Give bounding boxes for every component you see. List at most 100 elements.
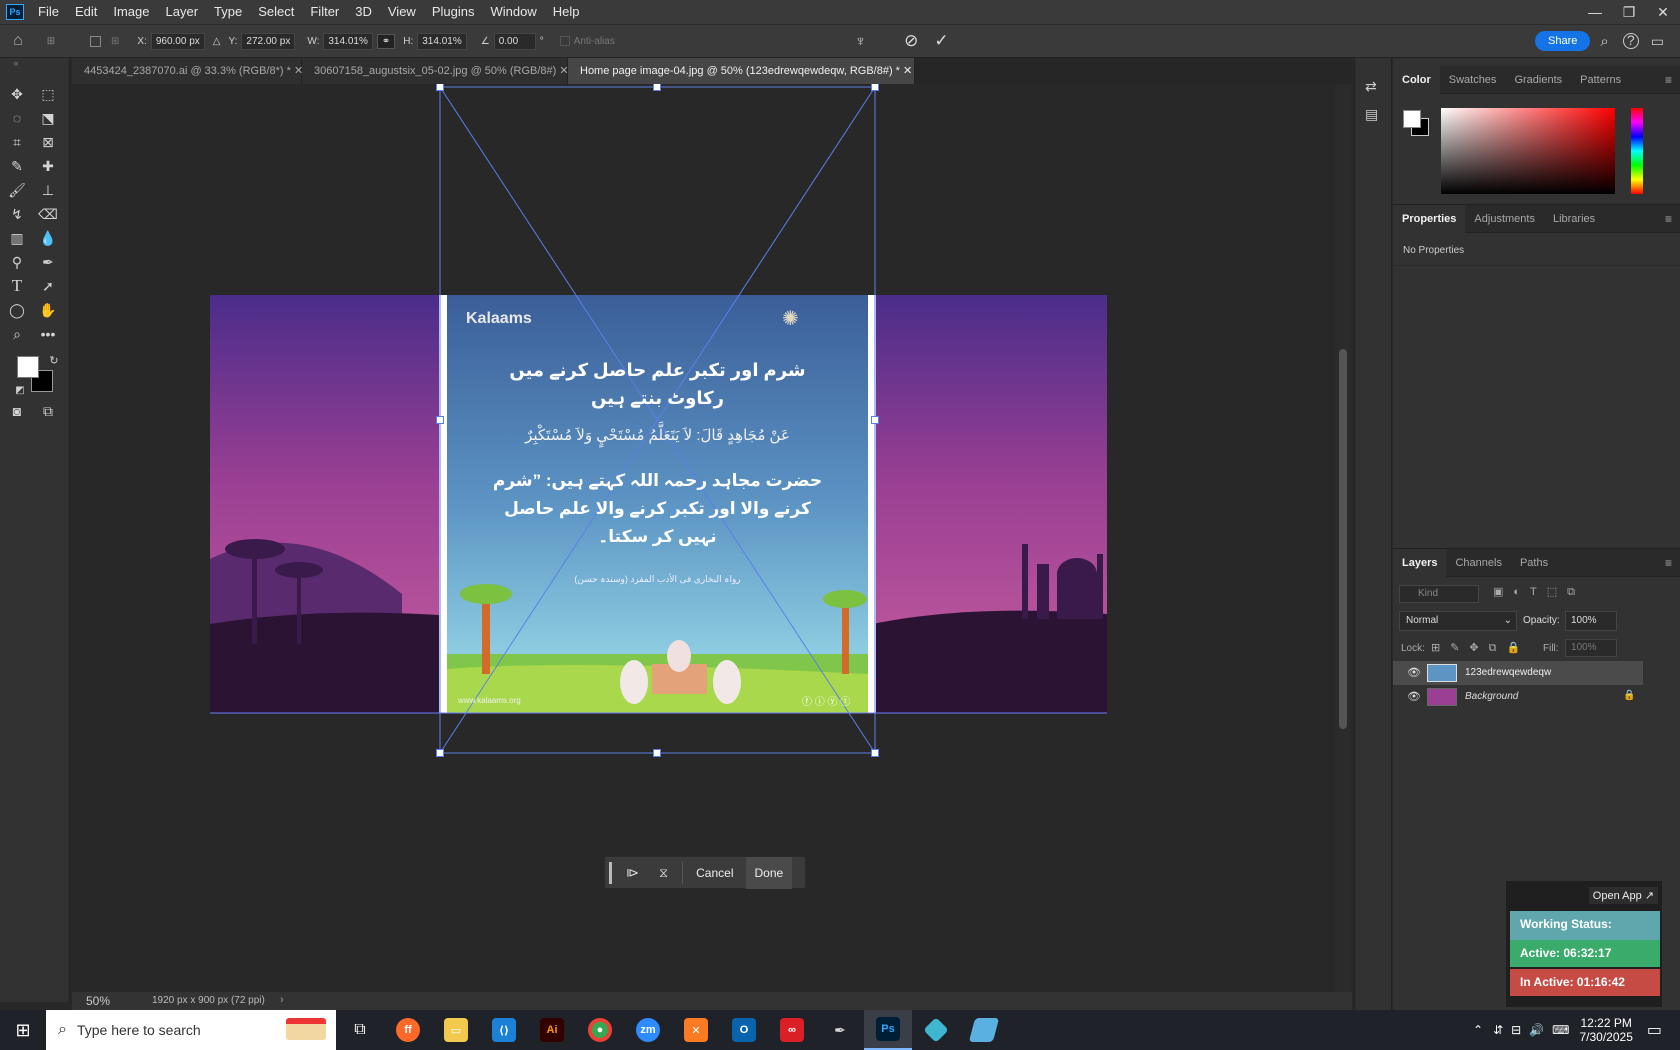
restore-icon[interactable]: ❐: [1612, 4, 1646, 21]
menu-layer[interactable]: Layer: [158, 0, 207, 24]
tab-gradients[interactable]: Gradients: [1505, 66, 1571, 94]
start-button[interactable]: ⊞: [0, 1010, 46, 1050]
tab-adjustments[interactable]: Adjustments: [1465, 205, 1544, 233]
menu-select[interactable]: Select: [250, 0, 302, 24]
drag-handle[interactable]: [609, 861, 612, 884]
frame-tool-icon[interactable]: ⊠: [36, 131, 60, 153]
commit-transform-icon[interactable]: ✓: [934, 31, 948, 51]
minimize-icon[interactable]: —: [1578, 4, 1612, 21]
chevron-up-icon[interactable]: ⌃: [1473, 1023, 1483, 1037]
delta-icon[interactable]: △: [213, 36, 221, 47]
layer-name[interactable]: 123edrewqewdeqw: [1465, 667, 1551, 678]
link-icon[interactable]: ⚭: [376, 33, 396, 49]
home-icon[interactable]: ⌂: [0, 32, 36, 50]
workspace-icon[interactable]: ▭: [1651, 33, 1664, 50]
menu-plugins[interactable]: Plugins: [424, 0, 483, 24]
clone-stamp-tool-icon[interactable]: ⊥: [36, 179, 60, 201]
ethernet-icon[interactable]: ⊟: [1511, 1023, 1521, 1037]
taskbar-search-box[interactable]: ⌕ Type here to search: [46, 1010, 336, 1050]
cancel-transform-icon[interactable]: ⊘: [904, 31, 918, 51]
tab-channels[interactable]: Channels: [1446, 549, 1510, 577]
tab-libraries[interactable]: Libraries: [1544, 205, 1604, 233]
document-info[interactable]: 1920 px x 900 px (72 ppi): [152, 995, 265, 1006]
tab-patterns[interactable]: Patterns: [1571, 66, 1630, 94]
menu-file[interactable]: File: [30, 0, 67, 24]
history-brush-tool-icon[interactable]: ↯: [5, 203, 29, 225]
tab-layers[interactable]: Layers: [1393, 548, 1447, 577]
x-field[interactable]: 960.00 px: [150, 32, 205, 50]
zoom-icon[interactable]: zm: [624, 1010, 672, 1050]
history-panel-icon[interactable]: ⇄: [1365, 78, 1377, 95]
tab-color[interactable]: Color: [1393, 65, 1440, 94]
transform-handle[interactable]: [871, 416, 879, 424]
tab-document-1[interactable]: 4453424_2387070.ai @ 33.3% (RGB/8*) * ✕: [72, 58, 303, 84]
crop-tool-icon[interactable]: ⌗: [5, 131, 29, 153]
layer-filter-icons[interactable]: ▣◐T⬚⧉: [1493, 585, 1585, 599]
hand-tool-icon[interactable]: ✋: [36, 299, 60, 321]
close-icon[interactable]: ✕: [1646, 4, 1680, 21]
transform-handle[interactable]: [436, 84, 444, 91]
transform-handle[interactable]: [871, 749, 879, 757]
warp-icon[interactable]: ♆: [855, 33, 866, 50]
eyedropper-tool-icon[interactable]: ✎: [5, 155, 29, 177]
blur-tool-icon[interactable]: 💧: [36, 227, 60, 249]
pen-tool-app-icon[interactable]: ✒: [816, 1010, 864, 1050]
eraser-tool-icon[interactable]: ⌫: [36, 203, 60, 225]
layer-kind-filter[interactable]: Kind: [1399, 585, 1479, 603]
transform-handle[interactable]: [436, 749, 444, 757]
lock-icons[interactable]: ⊞✎✥⧉🔒: [1431, 641, 1530, 655]
share-button[interactable]: Share: [1535, 31, 1591, 51]
transform-handle[interactable]: [653, 84, 661, 91]
tab-properties[interactable]: Properties: [1393, 204, 1466, 233]
network-status-icon[interactable]: ⇵: [1493, 1023, 1503, 1037]
eye-icon[interactable]: 👁: [1407, 666, 1421, 679]
cancel-button[interactable]: Cancel: [696, 866, 733, 880]
zoom-level[interactable]: 50%: [86, 994, 110, 1008]
reference-checkbox[interactable]: [90, 35, 101, 47]
panel-menu-icon[interactable]: ≡: [1665, 556, 1672, 570]
lasso-tool-icon[interactable]: ◌: [5, 107, 29, 129]
firefox-icon[interactable]: ff: [384, 1010, 432, 1050]
chrome-icon[interactable]: ●: [576, 1010, 624, 1050]
notifications-icon[interactable]: ▭: [1647, 1020, 1662, 1040]
transform-handle[interactable]: [436, 416, 444, 424]
move-tool-icon[interactable]: ✥: [5, 83, 29, 105]
antialias-checkbox[interactable]: [559, 36, 570, 46]
swap-colors-icon[interactable]: ↻: [42, 350, 66, 372]
menu-image[interactable]: Image: [105, 0, 157, 24]
comments-panel-icon[interactable]: ▤: [1365, 106, 1378, 123]
eye-icon[interactable]: 👁: [1407, 690, 1421, 703]
chevron-right-icon[interactable]: ›: [280, 994, 284, 1006]
volume-icon[interactable]: 🔊: [1529, 1023, 1544, 1037]
zoom-tool-icon[interactable]: ⌕: [5, 323, 29, 345]
tab-document-3[interactable]: Home page image-04.jpg @ 50% (123edrewqe…: [568, 58, 915, 84]
dodge-tool-icon[interactable]: ⚲: [5, 251, 29, 273]
open-app-button[interactable]: Open App ↗: [1588, 887, 1658, 904]
vertical-scrollbar[interactable]: [1335, 84, 1351, 992]
menu-edit[interactable]: Edit: [67, 0, 105, 24]
type-tool-icon[interactable]: T: [5, 275, 29, 297]
menu-type[interactable]: Type: [206, 0, 250, 24]
menu-help[interactable]: Help: [545, 0, 588, 24]
layer-row[interactable]: 👁 123edrewqewdeqw: [1393, 661, 1643, 685]
app-tilted-icon[interactable]: [960, 1010, 1008, 1050]
hue-slider[interactable]: [1631, 108, 1643, 194]
done-button[interactable]: Done: [745, 856, 793, 889]
w-field[interactable]: 314.01%: [323, 32, 373, 50]
foreground-swatch[interactable]: [1403, 110, 1421, 128]
fill-field[interactable]: 100%: [1565, 639, 1617, 657]
vscode-icon[interactable]: ⟨⟩: [480, 1010, 528, 1050]
file-explorer-icon[interactable]: ▭: [432, 1010, 480, 1050]
photoshop-taskbar-icon[interactable]: Ps: [864, 1010, 912, 1050]
layer-name[interactable]: Background: [1465, 691, 1518, 702]
more-tools-icon[interactable]: •••: [36, 323, 60, 345]
marquee-tool-icon[interactable]: ⬚: [36, 83, 60, 105]
healing-brush-tool-icon[interactable]: ✚: [36, 155, 60, 177]
menu-view[interactable]: View: [380, 0, 424, 24]
pen-tool-icon[interactable]: ✒: [36, 251, 60, 273]
outlook-icon[interactable]: O: [720, 1010, 768, 1050]
reference-point-icon[interactable]: ⊞: [36, 36, 66, 47]
creative-cloud-icon[interactable]: ∞: [768, 1010, 816, 1050]
panel-menu-icon[interactable]: ≡: [1665, 212, 1672, 226]
gradient-tool-icon[interactable]: ▥: [5, 227, 29, 249]
